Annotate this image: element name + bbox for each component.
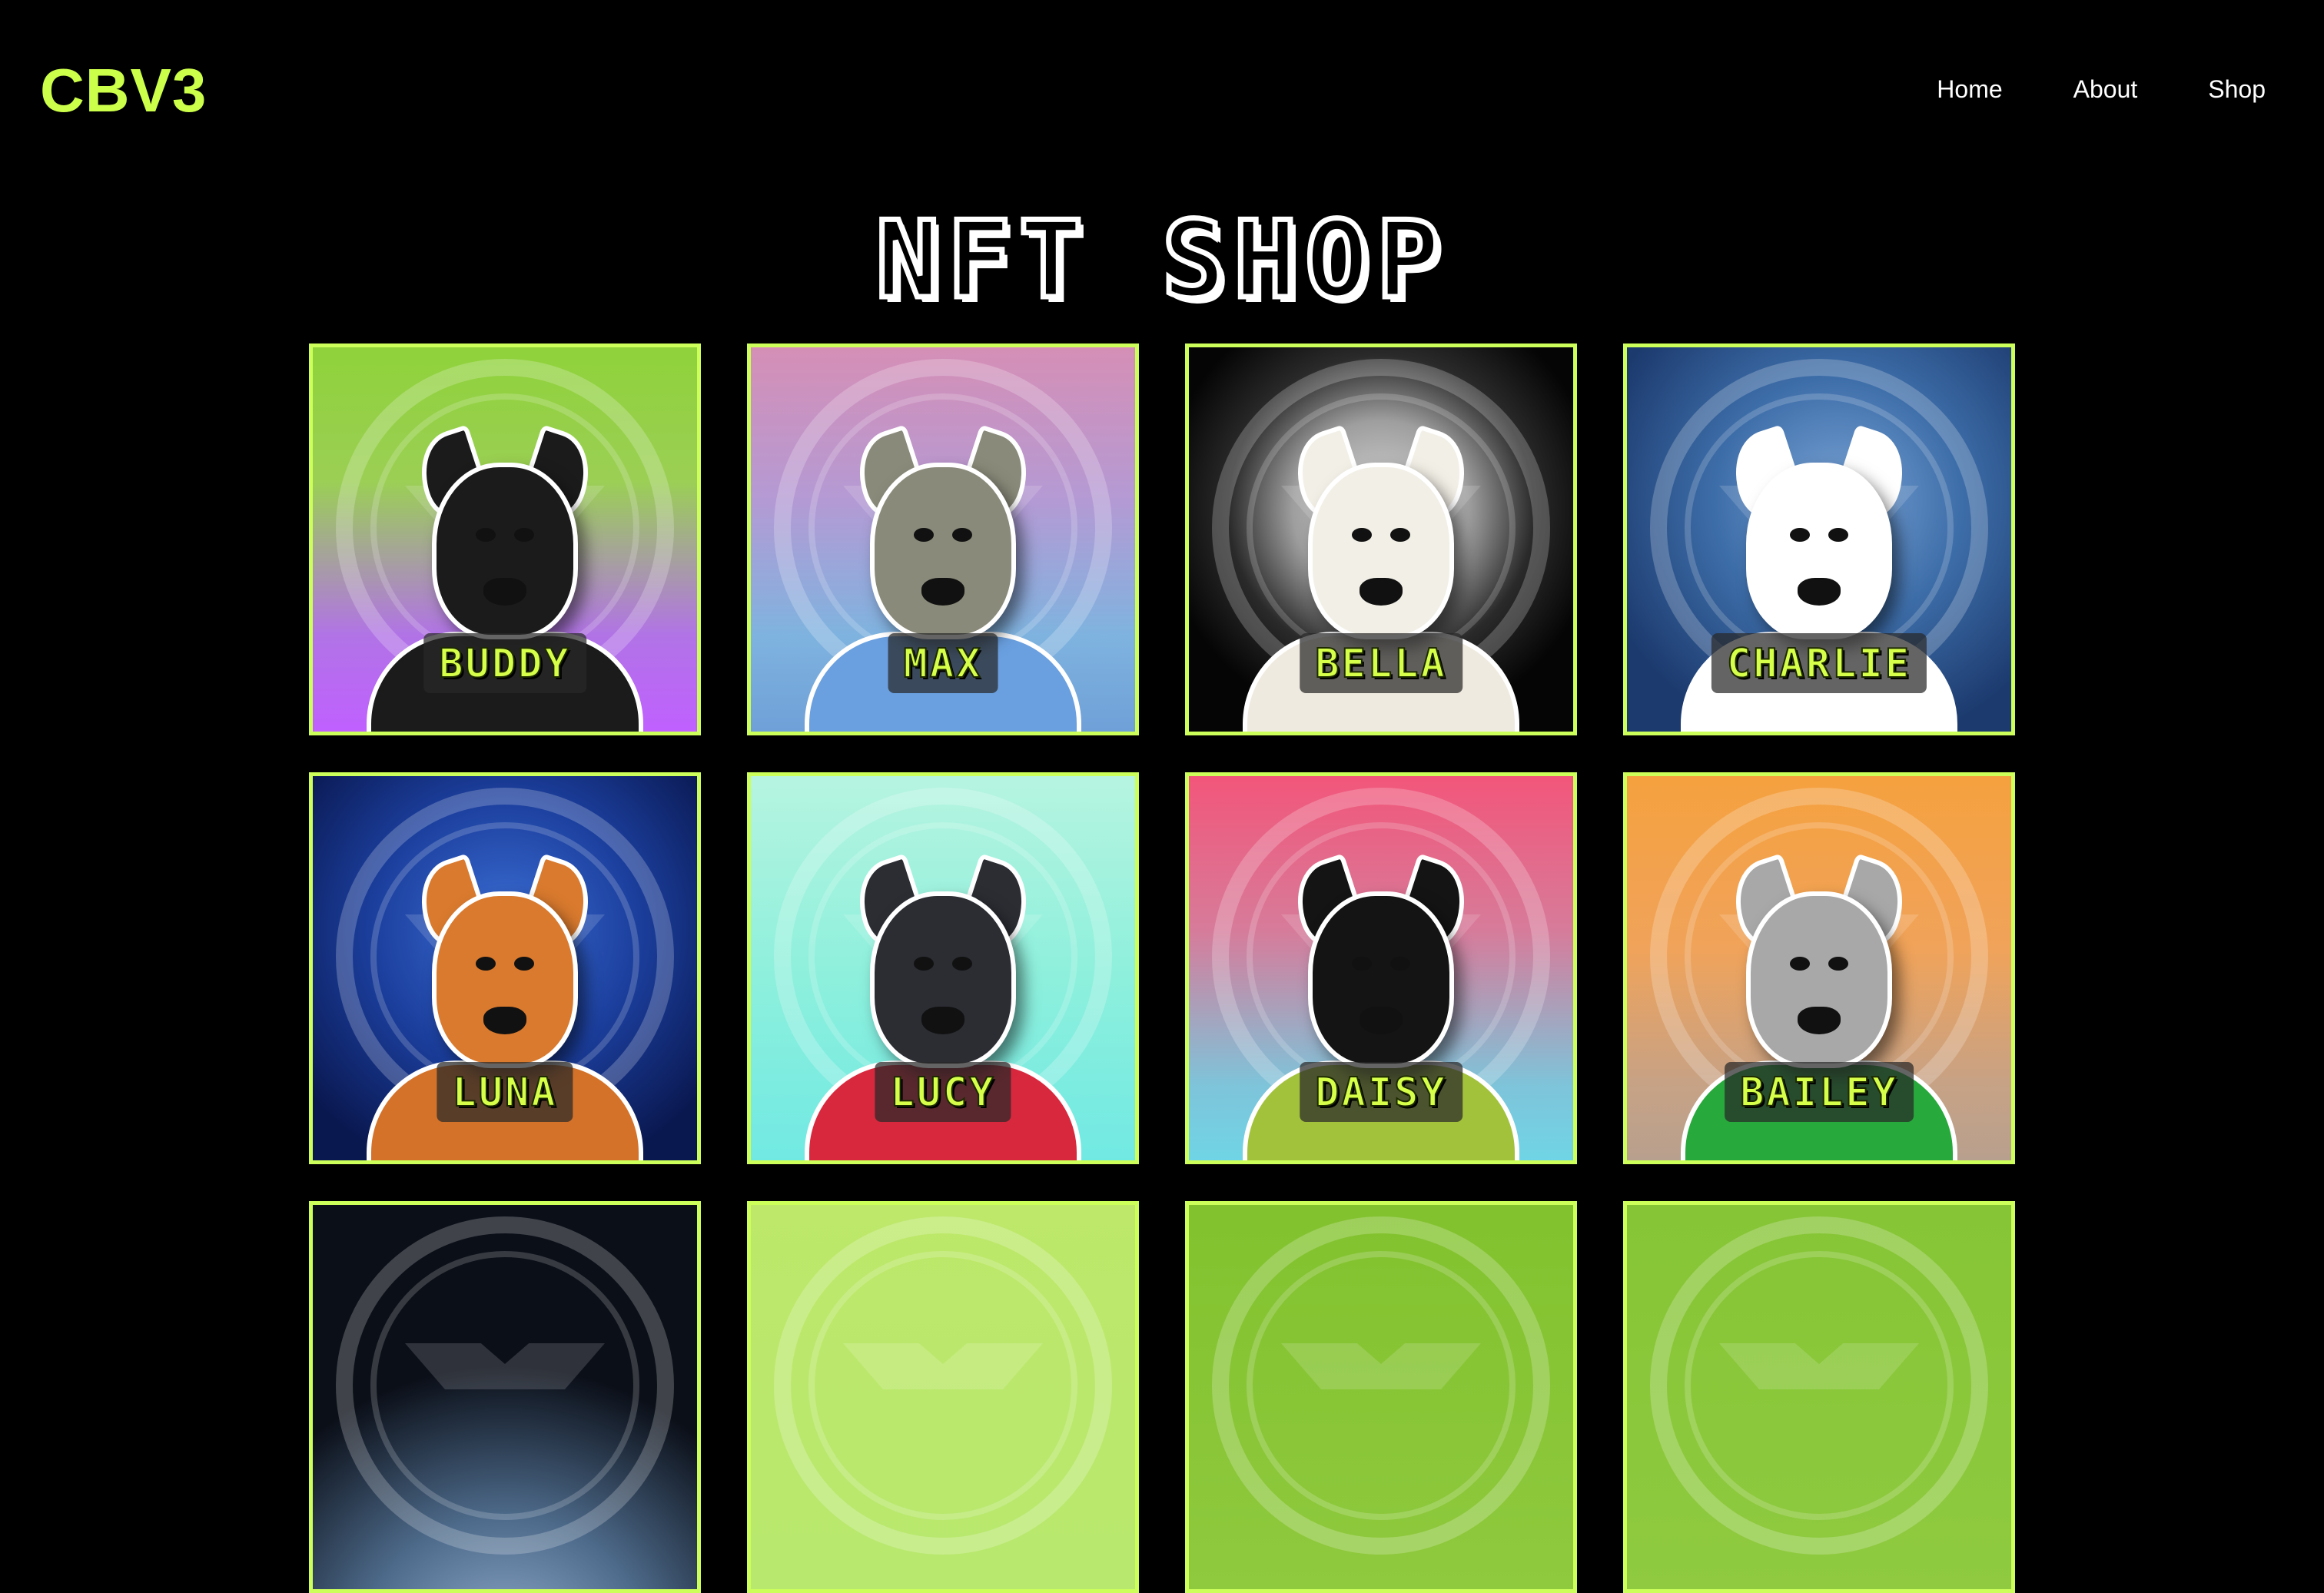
nft-name-label: BUDDY	[423, 633, 586, 693]
nft-card[interactable]: DAISY	[1185, 772, 1577, 1164]
character-eye	[1790, 957, 1810, 971]
character-head	[1746, 891, 1892, 1068]
nft-card[interactable]	[1623, 1201, 2015, 1593]
character-eye	[476, 528, 496, 542]
character-eye	[1790, 528, 1810, 542]
character-nose	[921, 578, 964, 606]
character-eye	[514, 957, 534, 971]
nft-card[interactable]	[747, 1201, 1139, 1593]
character-nose	[1360, 1007, 1403, 1034]
character-eye	[1390, 957, 1410, 971]
nft-name-label: MAX	[888, 633, 998, 693]
character-nose	[483, 578, 526, 606]
page-title: NFT SHOP	[873, 196, 1449, 325]
character-head	[432, 463, 578, 639]
nav-about-link[interactable]: About	[2073, 75, 2138, 104]
nft-grid: BUDDY MAX BELLA CHARLIE LUNA LUCY DAISY BAILEY	[309, 343, 2015, 1593]
site-logo[interactable]: CBV3	[40, 55, 207, 126]
character-eye	[952, 957, 972, 971]
character-nose	[1798, 578, 1841, 606]
character-eye	[1828, 957, 1848, 971]
nft-card[interactable]: BUDDY	[309, 343, 701, 735]
nft-card[interactable]: CHARLIE	[1623, 343, 2015, 735]
character-head	[1308, 463, 1454, 639]
nft-name-label: CHARLIE	[1711, 633, 1927, 693]
character-nose	[1798, 1007, 1841, 1034]
character-head	[1308, 891, 1454, 1068]
character-eye	[914, 957, 934, 971]
nft-card[interactable]: MAX	[747, 343, 1139, 735]
character-eye	[1390, 528, 1410, 542]
character-head	[870, 463, 1016, 639]
nft-name-label: DAISY	[1300, 1062, 1462, 1122]
nft-card[interactable]: BELLA	[1185, 343, 1577, 735]
nft-card[interactable]: LUNA	[309, 772, 701, 1164]
character-eye	[476, 957, 496, 971]
character-head	[870, 891, 1016, 1068]
nft-name-label: LUNA	[437, 1062, 573, 1122]
character-eye	[914, 528, 934, 542]
nft-card[interactable]: LUCY	[747, 772, 1139, 1164]
nft-name-label: BAILEY	[1725, 1062, 1914, 1122]
character-nose	[921, 1007, 964, 1034]
site-header: CBV3 Home About Shop	[0, 0, 2324, 184]
nft-card[interactable]	[1185, 1201, 1577, 1593]
character-head	[1746, 463, 1892, 639]
character-eye	[1352, 957, 1372, 971]
nav-shop-link[interactable]: Shop	[2208, 75, 2266, 104]
nft-name-label: LUCY	[875, 1062, 1011, 1122]
nft-name-label: BELLA	[1300, 633, 1462, 693]
character-eye	[514, 528, 534, 542]
character-nose	[1360, 578, 1403, 606]
nav-home-link[interactable]: Home	[1937, 75, 2002, 104]
character-eye	[1828, 528, 1848, 542]
character-head	[432, 891, 578, 1068]
nft-card[interactable]	[309, 1201, 701, 1593]
main-nav: Home About Shop	[1937, 75, 2266, 104]
character-nose	[483, 1007, 526, 1034]
character-eye	[1352, 528, 1372, 542]
nft-card[interactable]: BAILEY	[1623, 772, 2015, 1164]
character-eye	[952, 528, 972, 542]
